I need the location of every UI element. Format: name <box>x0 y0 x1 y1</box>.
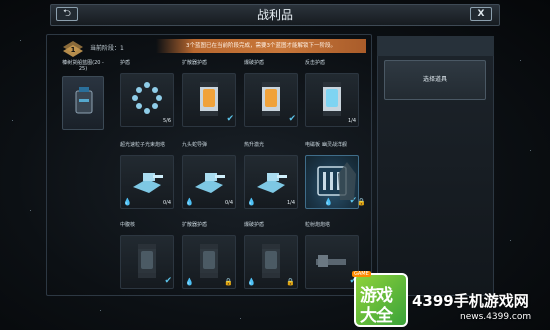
loot-item-label: 反击护盾 <box>305 60 326 66</box>
loot-item[interactable]: 护盾 5/6 <box>120 60 174 136</box>
loot-item-ghost-cruiser[interactable]: 幽灵战洋舰 💧 🔒 <box>322 142 368 218</box>
select-item-button[interactable]: 选择道具 <box>384 60 486 100</box>
loot-item[interactable]: 扩散器护盾 ✔ <box>182 60 236 136</box>
checkmark-icon: ✔ <box>226 114 234 124</box>
blueprint-item-box <box>62 76 104 130</box>
right-panel-header <box>377 36 494 56</box>
loot-item-label: 热升激光 <box>244 142 265 148</box>
loot-item[interactable]: 反击护盾 1/4 <box>305 60 359 136</box>
dim-canister-icon <box>200 244 218 278</box>
watermark-logo: GAME 游戏 大全 <box>352 271 408 327</box>
close-button[interactable]: X <box>470 7 492 21</box>
loot-item-label: 九头蛇导弹 <box>182 142 208 148</box>
blueprint-item-label: 榛树货船蓝图(20 - 25) <box>62 60 104 72</box>
loot-item-count: 1/4 <box>347 118 356 124</box>
loot-item[interactable]: 爆破护盾 ✔ <box>244 60 298 136</box>
cargo-blueprint-icon <box>75 87 93 114</box>
loot-item[interactable]: 粒射炮炮塔 ✔ <box>305 222 359 298</box>
orange-canister-icon <box>262 82 280 116</box>
droplet-icon: 💧 <box>247 198 256 206</box>
loot-item-label: 扩散器护盾 <box>182 60 208 66</box>
checkmark-icon: ✔ <box>164 276 172 286</box>
droplet-icon: 💧 <box>247 278 256 286</box>
loot-item-count: 0/4 <box>162 200 171 206</box>
loot-item-count: 5/6 <box>162 118 171 124</box>
droplet-icon: 💧 <box>123 198 132 206</box>
turret-icon <box>195 173 225 193</box>
loot-item[interactable]: 爆破护盾 🔒 💧 <box>244 222 298 298</box>
loot-item[interactable]: 中腹核 ✔ <box>120 222 174 298</box>
gun-turret-icon <box>316 255 346 267</box>
loot-item-label: 中腹核 <box>120 222 136 228</box>
loot-item-label: 扩散器护盾 <box>182 222 208 228</box>
loot-item[interactable]: 超光速粒子光束炮塔 0/4 💧 <box>120 142 174 218</box>
watermark-url: news.4399.com <box>460 312 532 322</box>
loot-item[interactable]: 九头蛇导弹 0/4 💧 <box>182 142 236 218</box>
shield-dots-icon <box>132 82 162 114</box>
orange-canister-icon <box>200 82 218 116</box>
droplet-icon: 💧 <box>185 278 194 286</box>
turret-icon <box>257 173 287 193</box>
dim-canister-icon <box>138 244 156 278</box>
stage-icon: 1 <box>63 41 83 57</box>
svg-text:1: 1 <box>71 46 76 54</box>
back-button[interactable]: ⮌ <box>56 7 78 21</box>
loot-item-label: 超光速粒子光束炮塔 <box>120 142 166 148</box>
stage-label: 当前阶段：1 <box>90 45 124 52</box>
turret-icon <box>133 173 163 193</box>
loot-item-count: 0/4 <box>224 200 233 206</box>
loot-item-label: 爆破护盾 <box>244 222 265 228</box>
stage-banner: 3个蓝图已在当前阶段完成，需要3个蓝图才能解锁下一阶段。 <box>156 39 366 53</box>
checkmark-icon: ✔ <box>288 114 296 124</box>
loot-item[interactable]: 扩散器护盾 🔒 💧 <box>182 222 236 298</box>
loot-item-label: 粒射炮炮塔 <box>305 222 331 228</box>
loot-item-label: 幽灵战洋舰 <box>322 142 348 148</box>
blue-canister-icon <box>323 82 341 116</box>
loot-item-label: 爆破护盾 <box>244 60 265 66</box>
window-title: 战利品 <box>50 4 500 26</box>
loot-item-count: 1/4 <box>286 200 295 206</box>
loot-item-label: 护盾 <box>120 60 131 66</box>
loot-item[interactable]: 热升激光 1/4 💧 <box>244 142 298 218</box>
droplet-icon: 💧 <box>324 198 333 206</box>
lock-icon: 🔒 <box>224 278 233 286</box>
droplet-icon: 💧 <box>185 198 194 206</box>
lock-icon: 🔒 <box>286 278 295 286</box>
watermark-text: 4399手机游戏网 <box>412 292 529 310</box>
blueprint-item[interactable]: 榛树货船蓝图(20 - 25) <box>58 60 108 132</box>
dim-canister-icon <box>262 244 280 278</box>
lock-icon: 🔒 <box>357 198 366 206</box>
